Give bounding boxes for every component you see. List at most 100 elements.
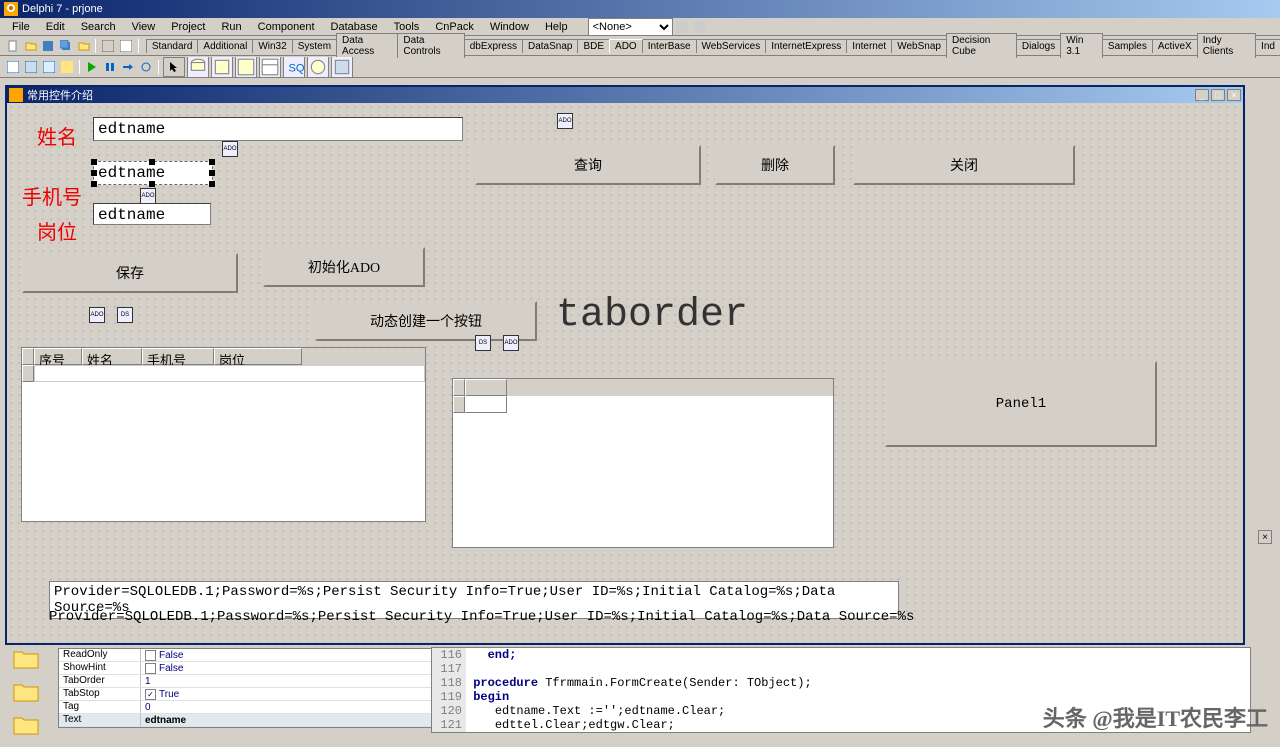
tab-data-access[interactable]: Data Access [336, 33, 398, 58]
tab-win31[interactable]: Win 3.1 [1060, 33, 1103, 58]
dbgrid-left[interactable]: 序号 姓名 手机号 岗位 [21, 347, 426, 522]
adostoredproc-icon[interactable] [307, 57, 329, 77]
menu-project[interactable]: Project [163, 19, 213, 35]
tab-dialogs[interactable]: Dialogs [1016, 39, 1061, 53]
checkbox-icon[interactable] [145, 663, 156, 674]
tab-additional[interactable]: Additional [197, 39, 253, 53]
col-name[interactable]: 姓名 [82, 348, 142, 365]
ds-comp-icon[interactable]: DS [117, 307, 133, 323]
menu-view[interactable]: View [124, 19, 164, 35]
tab-indy-clients[interactable]: Indy Clients [1197, 33, 1256, 58]
close-form-button[interactable]: 关闭 [853, 145, 1075, 185]
adocommand-icon[interactable] [211, 57, 233, 77]
dbgrid-mid[interactable] [452, 378, 834, 548]
tab-win32[interactable]: Win32 [252, 39, 292, 53]
delete-button[interactable]: 删除 [715, 145, 835, 185]
tab-ado[interactable]: ADO [609, 39, 643, 53]
folder-icon[interactable] [13, 714, 39, 736]
menu-window[interactable]: Window [482, 19, 537, 35]
run-icon[interactable] [84, 59, 100, 75]
tab-internet[interactable]: Internet [846, 39, 892, 53]
tab-standard[interactable]: Standard [146, 39, 199, 53]
ado-comp-icon[interactable]: ADO [89, 307, 105, 323]
label-name[interactable]: 姓名 [37, 121, 77, 150]
adoconnection-icon[interactable] [187, 57, 209, 77]
menu-component[interactable]: Component [250, 19, 323, 35]
close-button[interactable]: × [1227, 89, 1241, 101]
tab-datasnap[interactable]: DataSnap [522, 39, 578, 53]
form-canvas[interactable]: 姓名 edtname ADO edtname 手机号 ADO edtname 岗… [7, 103, 1243, 643]
new-frame-icon[interactable] [23, 59, 39, 75]
tab-system[interactable]: System [292, 39, 337, 53]
ds-comp-icon[interactable]: DS [475, 335, 491, 351]
menu-help[interactable]: Help [537, 19, 576, 35]
view-unit-icon[interactable] [41, 59, 57, 75]
prop-tabstop[interactable]: TabStop ✓True [59, 688, 470, 701]
form-titlebar[interactable]: 常用控件介绍 _ □ × [7, 87, 1243, 103]
menu-run[interactable]: Run [213, 19, 249, 35]
ado-comp-icon[interactable]: ADO [140, 188, 156, 204]
tool-b-icon[interactable] [692, 19, 708, 35]
ado-comp-icon[interactable]: ADO [503, 335, 519, 351]
view-form-icon[interactable] [59, 59, 75, 75]
tab-decision-cube[interactable]: Decision Cube [946, 33, 1017, 58]
ado-comp-icon[interactable]: ADO [222, 141, 238, 157]
prop-text[interactable]: Text edtname [59, 714, 470, 727]
conn-label[interactable]: Provider=SQLOLEDB.1;Password=%s;Persist … [49, 609, 914, 625]
adotable-icon[interactable] [259, 57, 281, 77]
saveall-icon[interactable] [58, 38, 74, 54]
pointer-icon[interactable] [163, 57, 185, 77]
minimize-button[interactable]: _ [1195, 89, 1209, 101]
selection-handle[interactable] [91, 159, 97, 165]
selection-handle[interactable] [209, 170, 215, 176]
prop-showhint[interactable]: ShowHint False [59, 662, 470, 675]
new-form-icon[interactable] [5, 59, 21, 75]
tab-webservices[interactable]: WebServices [696, 39, 767, 53]
maximize-button[interactable]: □ [1211, 89, 1225, 101]
scope-dropdown[interactable]: <None> [588, 18, 673, 36]
save-icon[interactable] [40, 38, 56, 54]
rdsc-icon[interactable] [331, 57, 353, 77]
initado-button[interactable]: 初始化ADO [263, 247, 425, 287]
tab-websnap[interactable]: WebSnap [891, 39, 947, 53]
selection-handle[interactable] [209, 159, 215, 165]
checkbox-icon[interactable]: ✓ [145, 689, 156, 700]
prop-taborder[interactable]: TabOrder 1 [59, 675, 470, 688]
label-phone[interactable]: 手机号 [22, 181, 82, 210]
label-post[interactable]: 岗位 [37, 216, 77, 245]
pause-icon[interactable] [102, 59, 118, 75]
tab-internetexpress[interactable]: InternetExpress [765, 39, 847, 53]
col-phone[interactable]: 手机号 [142, 348, 214, 365]
adodataset-icon[interactable] [235, 57, 257, 77]
selection-handle[interactable] [91, 181, 97, 187]
col-seq[interactable]: 序号 [34, 348, 82, 365]
selection-handle[interactable] [91, 170, 97, 176]
side-close[interactable]: × [1258, 530, 1272, 544]
menu-search[interactable]: Search [73, 19, 124, 35]
panel1[interactable]: Panel1 [885, 361, 1157, 447]
step-over-icon[interactable] [138, 59, 154, 75]
edit-name[interactable]: edtname [93, 117, 463, 141]
menu-edit[interactable]: Edit [38, 19, 73, 35]
tool-a-icon[interactable] [674, 19, 690, 35]
edit-post[interactable]: edtname [93, 203, 211, 225]
tab-samples[interactable]: Samples [1102, 39, 1153, 53]
open-icon[interactable] [23, 38, 39, 54]
step-icon[interactable] [120, 59, 136, 75]
tab-data-controls[interactable]: Data Controls [397, 33, 464, 58]
unit-icon[interactable] [118, 38, 134, 54]
ado-comp-icon[interactable]: ADO [557, 113, 573, 129]
open-project-icon[interactable] [76, 38, 92, 54]
tab-interbase[interactable]: InterBase [642, 39, 697, 53]
tab-dbexpress[interactable]: dbExpress [464, 39, 523, 53]
form-icon[interactable] [100, 38, 116, 54]
tab-activex[interactable]: ActiveX [1152, 39, 1198, 53]
folder-icon[interactable] [13, 681, 39, 703]
tab-ind[interactable]: Ind [1255, 39, 1280, 53]
new-icon[interactable] [5, 38, 21, 54]
adoquery-icon[interactable]: SQL [283, 57, 305, 77]
selection-handle[interactable] [149, 159, 155, 165]
query-button[interactable]: 查询 [475, 145, 701, 185]
col-post[interactable]: 岗位 [214, 348, 302, 365]
prop-tag[interactable]: Tag 0 [59, 701, 470, 714]
